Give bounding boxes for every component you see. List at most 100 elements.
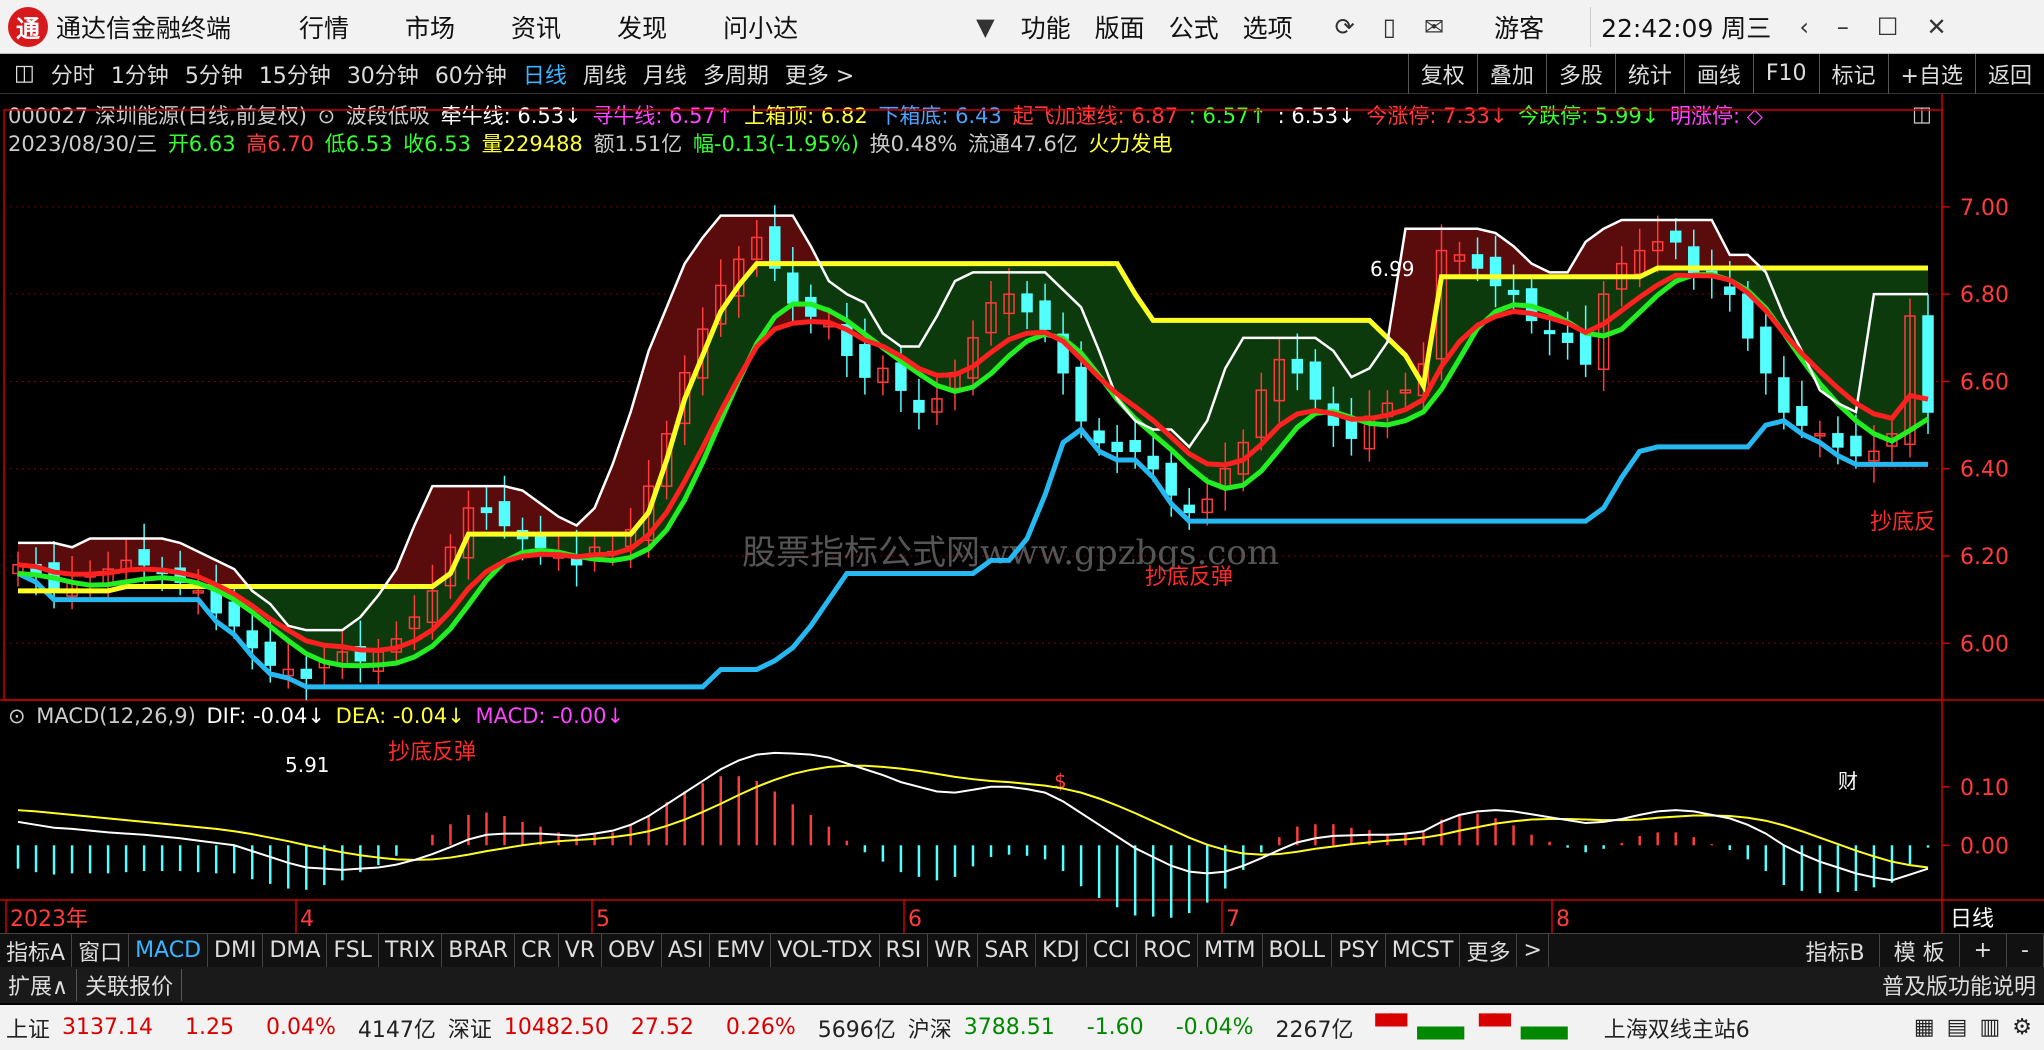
back-icon[interactable]: ‹	[1799, 13, 1809, 41]
macd-toggle-icon[interactable]: ⊙	[8, 704, 26, 728]
sz-index-name[interactable]: 深证	[448, 1012, 492, 1044]
chart-icon[interactable]: ▤	[1947, 1015, 1968, 1040]
menu-shichang[interactable]: 市场	[405, 9, 455, 45]
tab--[interactable]: >	[1517, 933, 1549, 968]
menu-banmian[interactable]: 版面	[1095, 9, 1145, 45]
tab-brar[interactable]: BRAR	[442, 933, 516, 968]
calculator-icon[interactable]: ▦	[1914, 1015, 1935, 1040]
period-label: 日线	[1950, 907, 1994, 932]
close-icon[interactable]: ✕	[1926, 13, 1946, 41]
hs-index-pct: -0.04%	[1175, 1015, 1254, 1040]
tab-mcst[interactable]: MCST	[1386, 933, 1461, 968]
phone-icon[interactable]: ▯	[1383, 13, 1396, 41]
dropdown-icon[interactable]: ▼	[976, 13, 994, 41]
edition-info-button[interactable]: 普及版功能说明	[1874, 969, 2044, 1001]
macd-label[interactable]: MACD(12,26,9)	[36, 704, 196, 728]
candle-body	[859, 344, 871, 378]
tab-dma[interactable]: DMA	[263, 933, 328, 968]
grid-icon[interactable]: ▥	[1979, 1015, 2000, 1040]
settings-icon[interactable]: ⚙	[2012, 1015, 2032, 1040]
menu-zixun[interactable]: 资讯	[511, 9, 561, 45]
menu-xuanxiang[interactable]: 选项	[1243, 9, 1293, 45]
period-more[interactable]: 更多 >	[777, 58, 862, 90]
tab-trix[interactable]: TRIX	[379, 933, 443, 968]
tab-roc[interactable]: ROC	[1137, 933, 1199, 968]
maximize-icon[interactable]: ☐	[1877, 13, 1899, 41]
candle-body	[1309, 361, 1322, 400]
related-quote-button[interactable]: 关联报价	[77, 969, 183, 1001]
kline-chart[interactable]: 7.006.806.606.406.206.00 股票指标公式网www.gpzb…	[0, 94, 2044, 933]
period-60min[interactable]: 60分钟	[427, 58, 515, 90]
candle-body	[1489, 256, 1502, 287]
period-monthly[interactable]: 月线	[635, 58, 695, 90]
candle-body	[1796, 406, 1808, 426]
tab-right-1[interactable]: 模 板	[1880, 933, 1960, 968]
candle-body	[1832, 433, 1844, 448]
candle-body	[480, 507, 493, 514]
period-5min[interactable]: 5分钟	[177, 58, 251, 90]
month-label: 4	[300, 907, 314, 932]
tab-fsl[interactable]: FSL	[327, 933, 379, 968]
divider	[1590, 6, 1592, 47]
macd-macd: MACD: -0.00↓	[475, 704, 625, 728]
mail-icon[interactable]: ✉	[1424, 13, 1444, 41]
period-30min[interactable]: 30分钟	[339, 58, 427, 90]
sz-index-pct: 0.26%	[725, 1015, 796, 1040]
period-multi[interactable]: 多周期	[695, 58, 777, 90]
server-name[interactable]: 上海双线主站6	[1604, 1012, 1750, 1044]
btn-fuquan[interactable]: 复权	[1407, 53, 1477, 94]
btn-add-watchlist[interactable]: +自选	[1887, 53, 1975, 94]
menu-faxian[interactable]: 发现	[617, 9, 667, 45]
tab-cr[interactable]: CR	[515, 933, 559, 968]
sh-index-name[interactable]: 上证	[6, 1012, 50, 1044]
tab-emv[interactable]: EMV	[710, 933, 772, 968]
menu-hangqing[interactable]: 行情	[299, 9, 349, 45]
panel-toggle-icon[interactable]: ◫	[6, 61, 43, 86]
tab-kdj[interactable]: KDJ	[1036, 933, 1087, 968]
tab-cci[interactable]: CCI	[1087, 933, 1138, 968]
minimize-icon[interactable]: –	[1837, 13, 1849, 41]
tab-macd[interactable]: MACD	[129, 933, 209, 968]
tab-obv[interactable]: OBV	[602, 933, 662, 968]
btn-diejia[interactable]: 叠加	[1476, 53, 1546, 94]
tab-right-3[interactable]: -	[2007, 933, 2044, 968]
tab-wr[interactable]: WR	[928, 933, 979, 968]
period-daily[interactable]: 日线	[515, 58, 575, 90]
tab-right-2[interactable]: +	[1960, 933, 2008, 968]
tab-asi[interactable]: ASI	[662, 933, 711, 968]
clock: 22:42:09 周三	[1601, 13, 1772, 43]
btn-return[interactable]: 返回	[1974, 53, 2044, 94]
tab-指标a[interactable]: 指标A	[0, 933, 73, 968]
candle-body	[138, 549, 150, 566]
period-fenshi[interactable]: 分时	[43, 58, 103, 90]
sh-index-value: 3137.14	[62, 1015, 153, 1040]
tab-vol-tdx[interactable]: VOL-TDX	[771, 933, 880, 968]
period-weekly[interactable]: 周线	[575, 58, 635, 90]
btn-duogu[interactable]: 多股	[1545, 53, 1615, 94]
period-1min[interactable]: 1分钟	[103, 58, 177, 90]
btn-biaoji[interactable]: 标记	[1818, 53, 1888, 94]
tab-rsi[interactable]: RSI	[880, 933, 929, 968]
expand-button[interactable]: 扩展∧	[0, 969, 78, 1001]
candle-body	[498, 501, 511, 527]
tab-right-0[interactable]: 指标B	[1792, 933, 1880, 968]
tab-窗口[interactable]: 窗口	[72, 933, 130, 968]
tab-vr[interactable]: VR	[559, 933, 603, 968]
user-label[interactable]: 游客	[1494, 9, 1544, 45]
period-15min[interactable]: 15分钟	[251, 58, 339, 90]
tab-boll[interactable]: BOLL	[1263, 933, 1333, 968]
tab-mtm[interactable]: MTM	[1198, 933, 1263, 968]
btn-tongji[interactable]: 统计	[1614, 53, 1684, 94]
hs-index-amount: 2267亿	[1275, 1017, 1354, 1043]
menu-wenxiaoda[interactable]: 问小达	[723, 9, 798, 45]
tab-dmi[interactable]: DMI	[208, 933, 264, 968]
tab-更多[interactable]: 更多	[1460, 933, 1518, 968]
refresh-icon[interactable]: ⟳	[1335, 13, 1355, 41]
menu-gongneng[interactable]: 功能	[1021, 9, 1071, 45]
hs-index-name[interactable]: 沪深	[908, 1012, 952, 1044]
menu-gongshi[interactable]: 公式	[1169, 9, 1219, 45]
btn-f10[interactable]: F10	[1752, 53, 1819, 94]
tab-sar[interactable]: SAR	[978, 933, 1037, 968]
tab-psy[interactable]: PSY	[1332, 933, 1386, 968]
btn-huaxian[interactable]: 画线	[1683, 53, 1753, 94]
